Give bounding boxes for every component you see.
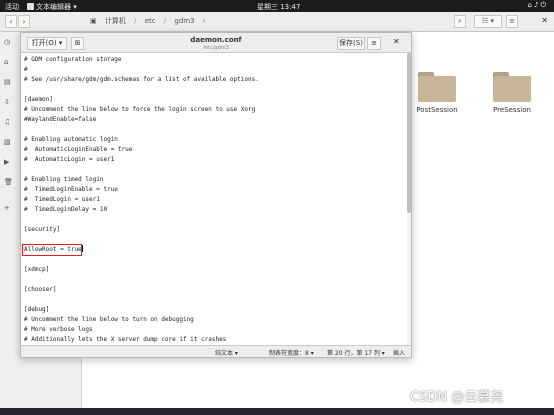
path-separator: / [134,17,137,25]
text-editor-icon [27,3,34,10]
code-line: # Additionally lets the X server dump co… [24,336,227,343]
text-editor[interactable]: # GDM configuration storage # # See /usr/s… [21,53,411,345]
code-line: # TimedLogin = user1 [24,196,100,203]
folder-postsession[interactable]: PostSession [407,72,467,114]
folder-icon [418,72,456,102]
code-line: # AutomaticLoginEnable = true [24,146,133,153]
code-line: # TimedLoginDelay = 10 [24,206,108,213]
forward-button[interactable]: › [18,15,30,28]
list-view-icon: ☷ ▾ [481,17,494,25]
code-line: [chooser] [24,286,57,293]
back-arrow-icon: ‹ [9,17,13,26]
close-icon: ✕ [393,37,400,46]
files-header: ‹ › ▣ 计算机 / etc / gdm3 › ⌕ ☷ ▾ ≡ ✕ [0,12,554,32]
code-line: [daemon] [24,96,53,103]
code-line: [debug] [24,306,50,313]
back-button[interactable]: ‹ [5,15,17,28]
code-line: # [24,66,28,73]
view-options-button[interactable]: ☷ ▾ [474,15,502,28]
insert-mode: 插入 [393,350,406,357]
highlight-box [22,244,82,256]
chevron-down-icon: ▾ [58,39,63,47]
gedit-header: 打开(O) ▾ ⊞ daemon.conf /etc/gdm3 保存(S) ≡ … [21,33,411,53]
path-segment-gdm3[interactable]: gdm3 [174,17,194,25]
forward-arrow-icon: › [22,17,26,26]
app-menu[interactable]: 文本编辑器 ▾ [27,2,77,12]
gedit-close-button[interactable]: ✕ [393,37,400,46]
sidebar-item-videos[interactable]: ▶ [4,158,9,166]
path-bar: ▣ 计算机 / etc / gdm3 › [90,15,212,28]
code-line: # Enabling timed login [24,176,104,183]
chevron-right-icon: › [202,17,206,25]
sidebar-item-recent[interactable]: ◷ [4,38,10,46]
code-line: # More verbose logs [24,326,93,333]
gedit-menu-button[interactable]: ≡ [367,37,381,50]
status-bar: 纯文本 ▾ 制表符宽度：8 ▾ 第 20 行，第 17 列 ▾ 插入 [21,345,411,357]
path-segment-computer[interactable]: 计算机 [105,17,126,25]
folder-label: PreSession [493,106,531,114]
path-separator: / [163,17,167,25]
folder-label: PostSession [416,106,458,114]
path-segment-etc[interactable]: etc [145,17,156,25]
code-line: # AutomaticLogin = user1 [24,156,115,163]
hamburger-icon: ≡ [371,39,377,47]
power-icon: ⏻ [540,1,548,9]
clock[interactable]: 星期三 13:47 [257,2,300,12]
sidebar-item-home[interactable]: ⌂ [4,58,8,66]
hamburger-icon: ≡ [509,17,515,25]
document-path: /etc/gdm3 [203,45,229,51]
code-line: # Uncomment the line below to force the … [24,106,256,113]
search-button[interactable]: ⌕ [454,15,466,28]
menu-button[interactable]: ≡ [506,15,518,28]
sidebar-item-documents[interactable]: ▤ [4,78,11,86]
search-icon: ⌕ [458,17,462,25]
sidebar-item-downloads[interactable]: ⇩ [4,98,10,106]
open-button[interactable]: 打开(O) ▾ [27,37,67,50]
scrollbar-thumb[interactable] [407,53,411,213]
language-selector[interactable]: 纯文本 ▾ [215,348,238,357]
code-line: [xdmcp] [24,266,50,273]
sidebar-item-trash[interactable]: 🗑 [4,178,13,186]
activities-button[interactable]: 活动 [5,2,19,12]
taskbar-strip [0,408,554,415]
new-document-button[interactable]: ⊞ [71,37,84,50]
document-title: daemon.conf [190,36,242,44]
code-line: [security] [24,226,61,233]
sidebar-item-other-locations[interactable]: + [4,204,10,212]
new-document-icon: ⊞ [74,39,81,47]
sidebar-item-music[interactable]: ♫ [4,118,10,126]
code-line: #WaylandEnable=false [24,116,97,123]
app-name: 文本编辑器 [36,3,71,11]
folder-icon [493,72,531,102]
gedit-window: 打开(O) ▾ ⊞ daemon.conf /etc/gdm3 保存(S) ≡ … [20,32,412,358]
save-button[interactable]: 保存(S) [337,37,365,50]
code-line: # Uncomment the line below to turn on de… [24,316,194,323]
sidebar-item-pictures[interactable]: ▧ [4,138,11,146]
system-tray[interactable]: ⌂♪⏻ [528,1,548,10]
watermark: CSDN @云慕尧 [410,390,504,405]
tab-width-selector[interactable]: 制表符宽度：8 ▾ [269,348,314,357]
code-line: # GDM configuration storage [24,56,122,63]
top-bar: 活动 文本编辑器 ▾ 星期三 13:47 ⌂♪⏻ [0,0,554,12]
code-line: # TimedLoginEnable = true [24,186,118,193]
code-line: # See /usr/share/gdm/gdm.schemas for a l… [24,76,259,83]
computer-icon: ▣ [90,17,97,25]
files-close-button[interactable]: ✕ [541,16,548,25]
folder-presession[interactable]: PreSession [482,72,542,114]
cursor-position[interactable]: 第 20 行，第 17 列 ▾ [327,348,385,357]
open-label: 打开(O) [31,39,57,47]
code-line: # Enabling automatic login [24,136,118,143]
